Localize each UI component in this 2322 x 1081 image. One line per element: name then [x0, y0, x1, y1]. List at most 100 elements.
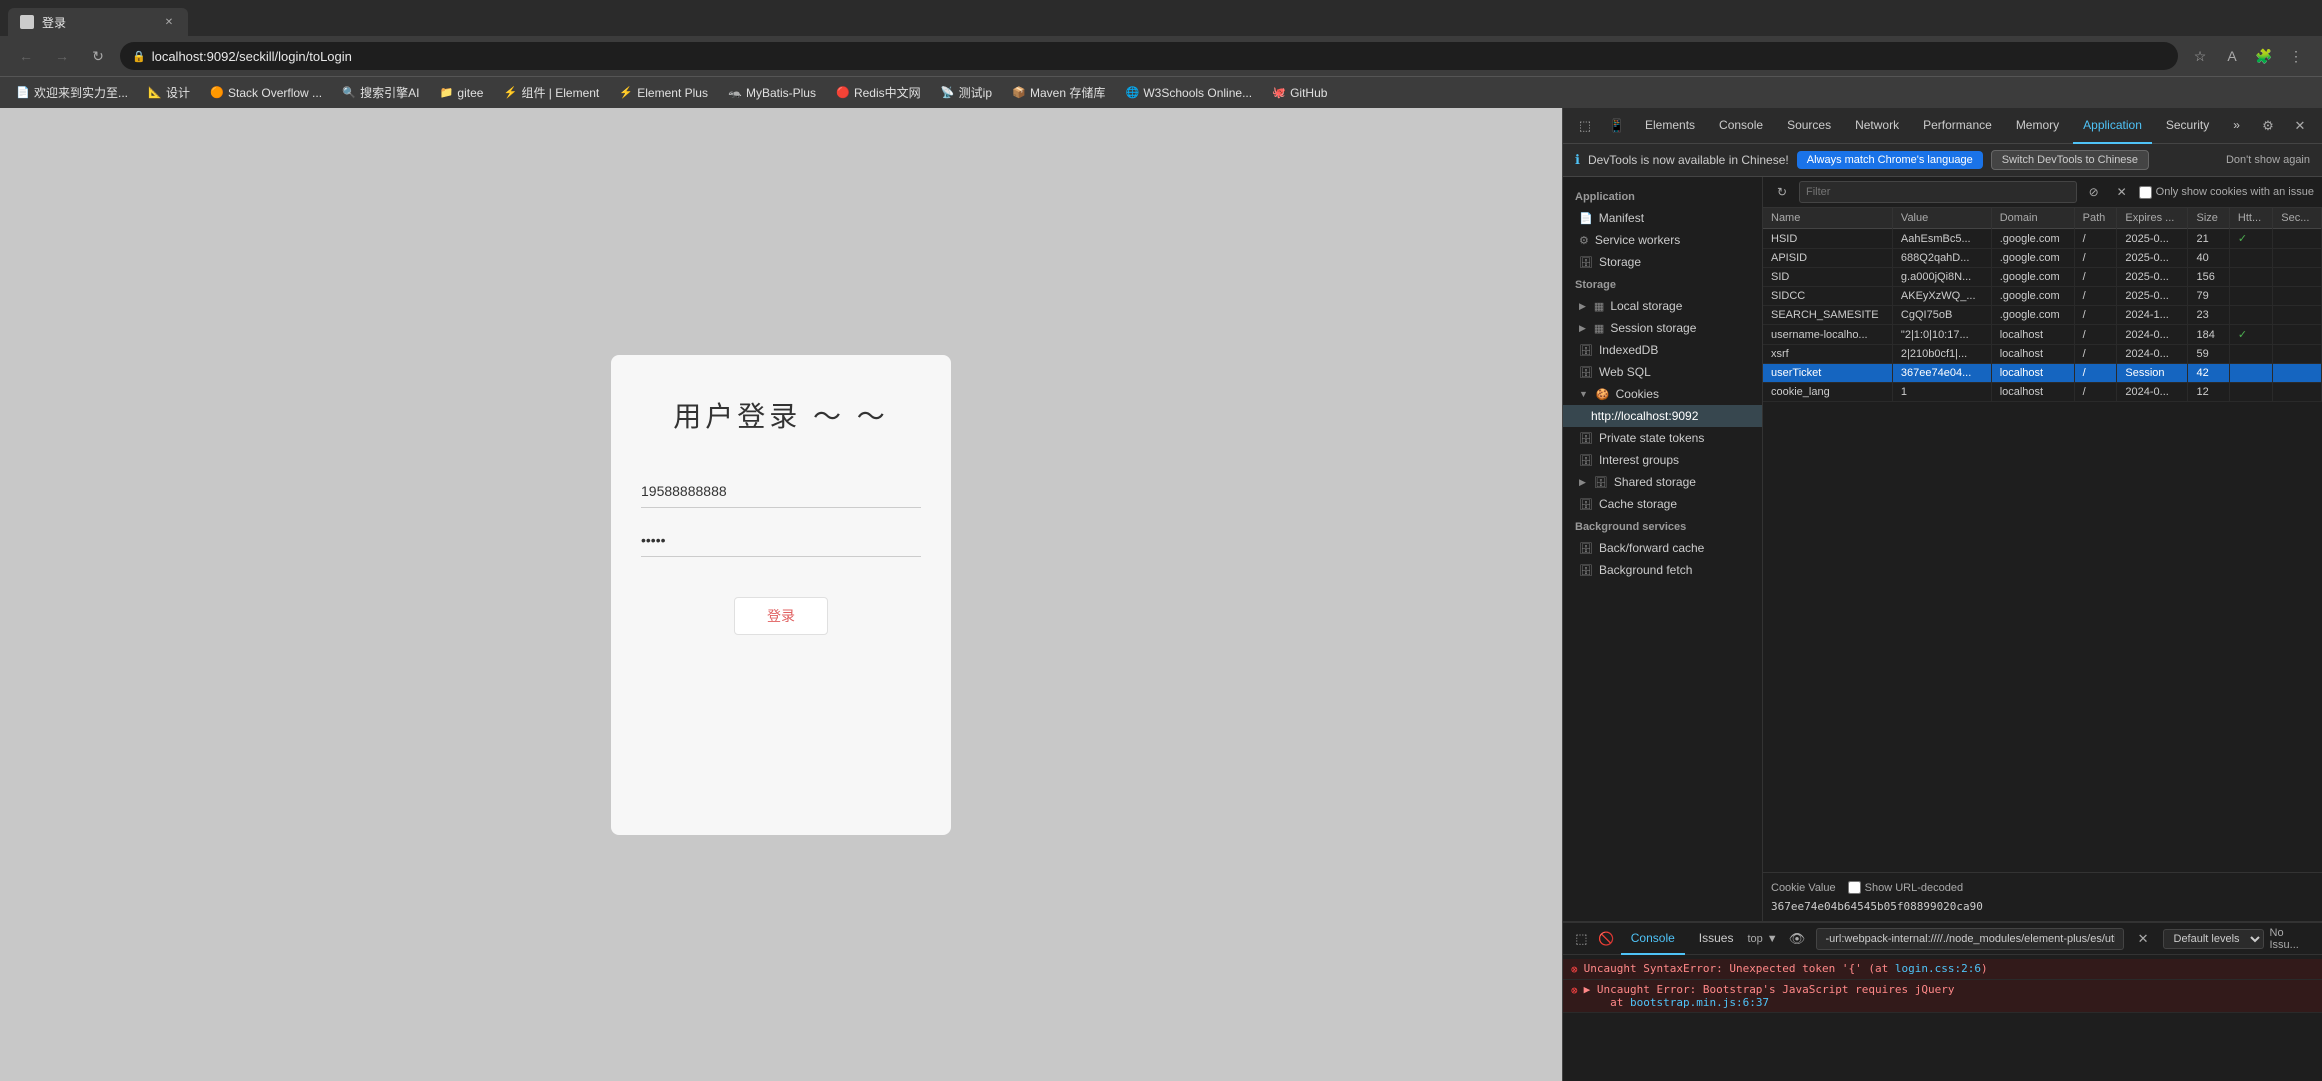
sidebar-item-background-fetch[interactable]: 🗄 Background fetch	[1563, 559, 1762, 581]
bookmark-item[interactable]: ⚡ 组件 | Element	[495, 81, 607, 104]
tab-memory[interactable]: Memory	[2006, 108, 2069, 144]
sidebar-item-indexed-db[interactable]: 🗄 IndexedDB	[1563, 339, 1762, 361]
console-source-filter[interactable]	[1816, 928, 2123, 950]
table-row[interactable]: xsrf2|210b0cf1|...localhost/2024-0...59	[1763, 345, 2322, 364]
col-secure[interactable]: Sec...	[2273, 208, 2322, 229]
clear-filter-icon[interactable]: ⊘	[2083, 181, 2105, 203]
no-issues-label: No Issu...	[2270, 927, 2315, 951]
bookmark-item[interactable]: 📄 欢迎来到实力至...	[8, 81, 136, 104]
bookmark-item[interactable]: 📐 设计	[140, 81, 198, 104]
login-button[interactable]: 登录	[734, 597, 828, 635]
refresh-cookies-button[interactable]: ↻	[1771, 181, 1793, 203]
bookmark-item[interactable]: ⚡ Element Plus	[611, 83, 716, 103]
password-input[interactable]	[641, 524, 921, 557]
clear-source-filter-icon[interactable]: ✕	[2130, 925, 2157, 953]
only-show-issues-label[interactable]: Only show cookies with an issue	[2139, 186, 2314, 199]
table-row[interactable]: SIDg.a000jQi8N....google.com/2025-0...15…	[1763, 268, 2322, 287]
translate-icon[interactable]: A	[2218, 42, 2246, 70]
sidebar-item-cache-storage[interactable]: 🗄 Cache storage	[1563, 493, 1762, 515]
table-cell: 40	[2188, 249, 2229, 268]
top-selector[interactable]: top ▼	[1747, 933, 1777, 945]
sidebar-item-service-workers[interactable]: ⚙ Service workers	[1563, 229, 1762, 251]
sidebar-item-shared-storage[interactable]: ▶ 🗄 Shared storage	[1563, 471, 1762, 493]
console-sidebar-icon[interactable]: ⬚	[1571, 925, 1592, 953]
tab-application[interactable]: Application	[2073, 108, 2152, 144]
tab-more[interactable]: »	[2223, 108, 2250, 144]
bookmark-item-stackoverflow[interactable]: 🟠 Stack Overflow ...	[202, 83, 330, 103]
only-show-issues-checkbox[interactable]	[2139, 186, 2152, 199]
settings-icon[interactable]: ⚙	[2254, 112, 2282, 140]
bookmark-item[interactable]: 🔴 Redis中文网	[828, 81, 929, 104]
sidebar-item-back-forward-cache[interactable]: 🗄 Back/forward cache	[1563, 537, 1762, 559]
sidebar-item-cookies[interactable]: ▼ 🍪 Cookies	[1563, 383, 1762, 405]
console-tab-console[interactable]: Console	[1621, 923, 1685, 955]
tab-console[interactable]: Console	[1709, 108, 1773, 144]
sidebar-item-local-storage[interactable]: ▶ ▦ Local storage	[1563, 295, 1762, 317]
bookmark-item[interactable]: 🌐 W3Schools Online...	[1117, 83, 1260, 103]
back-button[interactable]: ←	[12, 42, 40, 70]
table-row[interactable]: SEARCH_SAMESITECgQI75oB.google.com/2024-…	[1763, 306, 2322, 325]
bookmark-item[interactable]: 🐙 GitHub	[1264, 83, 1335, 103]
console-level-select[interactable]: Default levels	[2163, 929, 2264, 949]
bookmark-item[interactable]: 📦 Maven 存储库	[1004, 81, 1113, 104]
sidebar-item-manifest[interactable]: 📄 Manifest	[1563, 207, 1762, 229]
bookmark-icon[interactable]: ☆	[2186, 42, 2214, 70]
table-row[interactable]: HSIDAahEsmBc5....google.com/2025-0...21✓	[1763, 229, 2322, 249]
phone-input[interactable]	[641, 475, 921, 508]
col-domain[interactable]: Domain	[1991, 208, 2074, 229]
table-row[interactable]: userTicket367ee74e04...localhost/Session…	[1763, 364, 2322, 383]
extensions-icon[interactable]: 🧩	[2250, 42, 2278, 70]
devtools-device-icon[interactable]: 📱	[1603, 112, 1631, 140]
switch-devtools-button[interactable]: Switch DevTools to Chinese	[1991, 150, 2149, 170]
menu-icon[interactable]: ⋮	[2282, 42, 2310, 70]
col-value[interactable]: Value	[1892, 208, 1991, 229]
table-row[interactable]: cookie_lang1localhost/2024-0...12	[1763, 383, 2322, 402]
tab-sources[interactable]: Sources	[1777, 108, 1841, 144]
show-url-decoded-checkbox[interactable]	[1848, 881, 1861, 894]
error-link-1[interactable]: login.css:2:6	[1895, 962, 1981, 975]
bookmark-item[interactable]: 📡 测试ip	[933, 81, 1000, 104]
sidebar-item-web-sql[interactable]: 🗄 Web SQL	[1563, 361, 1762, 383]
match-language-button[interactable]: Always match Chrome's language	[1797, 151, 1983, 169]
show-console-icon[interactable]: 👁	[1784, 925, 1811, 953]
table-row[interactable]: SIDCCAKEyXzWQ_....google.com/2025-0...79	[1763, 287, 2322, 306]
col-path[interactable]: Path	[2074, 208, 2117, 229]
address-bar: ← → ↻ 🔒 localhost:9092/seckill/login/toL…	[0, 36, 2322, 76]
table-cell: 367ee74e04...	[1892, 364, 1991, 383]
reload-button[interactable]: ↻	[84, 42, 112, 70]
tab-close-button[interactable]: ✕	[162, 15, 176, 29]
tab-elements[interactable]: Elements	[1635, 108, 1705, 144]
tab-network[interactable]: Network	[1845, 108, 1909, 144]
col-size[interactable]: Size	[2188, 208, 2229, 229]
col-http[interactable]: Htt...	[2229, 208, 2272, 229]
devtools-inspect-icon[interactable]: ⬚	[1571, 112, 1599, 140]
show-url-decoded-label[interactable]: Show URL-decoded	[1848, 881, 1963, 894]
forward-button[interactable]: →	[48, 42, 76, 70]
tab-performance[interactable]: Performance	[1913, 108, 2002, 144]
sidebar-section-storage: Storage	[1563, 273, 1762, 295]
bookmark-item[interactable]: 🔍 搜索引擎AI	[334, 81, 427, 104]
close-devtools-icon[interactable]: ✕	[2286, 112, 2314, 140]
sidebar-item-private-state-tokens[interactable]: 🗄 Private state tokens	[1563, 427, 1762, 449]
sidebar-item-localhost-cookies[interactable]: http://localhost:9092	[1563, 405, 1762, 427]
clear-console-icon[interactable]: 🚫	[1596, 925, 1617, 953]
dismiss-notification-button[interactable]: Don't show again	[2226, 154, 2310, 166]
sidebar-item-session-storage[interactable]: ▶ ▦ Session storage	[1563, 317, 1762, 339]
table-cell: cookie_lang	[1763, 383, 1892, 402]
bookmark-item[interactable]: 📁 gitee	[431, 83, 491, 103]
table-row[interactable]: username-localho..."2|1:0|10:17...localh…	[1763, 325, 2322, 345]
error-link-2[interactable]: bootstrap.min.js:6:37	[1630, 996, 1769, 1009]
delete-cookies-button[interactable]: ✕	[2111, 181, 2133, 203]
browser-tab[interactable]: 登录 ✕	[8, 8, 188, 36]
sidebar-item-storage[interactable]: 🗄 Storage	[1563, 251, 1762, 273]
col-name[interactable]: Name	[1763, 208, 1892, 229]
cookie-filter-input[interactable]	[1799, 181, 2077, 203]
table-row[interactable]: APISID688Q2qahD....google.com/2025-0...4…	[1763, 249, 2322, 268]
url-bar[interactable]: 🔒 localhost:9092/seckill/login/toLogin	[120, 42, 2178, 70]
tab-security[interactable]: Security	[2156, 108, 2219, 144]
background-fetch-icon: 🗄	[1579, 564, 1593, 577]
bookmark-item[interactable]: 🦡 MyBatis-Plus	[720, 83, 824, 103]
sidebar-item-interest-groups[interactable]: 🗄 Interest groups	[1563, 449, 1762, 471]
console-tab-issues[interactable]: Issues	[1689, 923, 1744, 955]
col-expires[interactable]: Expires ...	[2117, 208, 2188, 229]
